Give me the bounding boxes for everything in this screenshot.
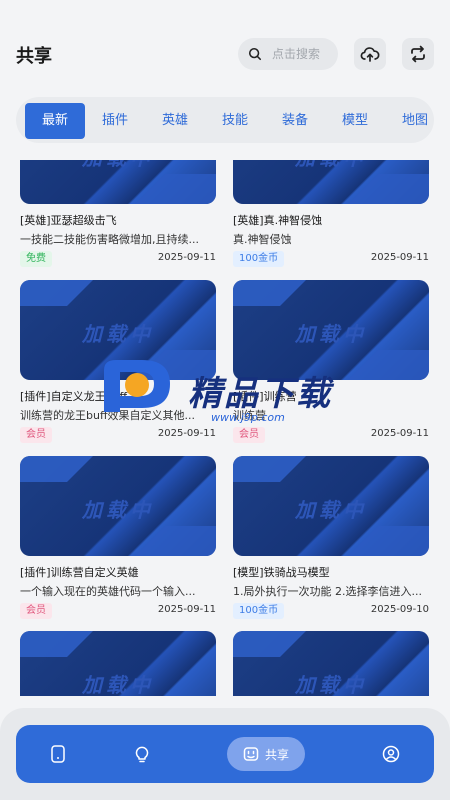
price-badge: 100金币 <box>233 603 285 619</box>
tab-latest[interactable]: 最新 <box>25 103 85 139</box>
nav-share-label: 共享 <box>264 747 289 762</box>
card-description: 一个输入现在的英雄代码一个输入... <box>20 585 196 598</box>
page-title: 共享 <box>16 46 52 67</box>
card-title: [英雄]亚瑟超级击飞 <box>20 214 117 227</box>
price-badge: 会员 <box>233 427 265 443</box>
card-thumbnail: 加载中 <box>233 631 429 696</box>
card-date: 2025-09-11 <box>370 252 429 263</box>
loading-text: 加载中 <box>82 322 154 346</box>
card-footer: 100金币 2025-09-11 <box>233 251 429 267</box>
card-footer: 会员 2025-09-11 <box>20 603 216 619</box>
card-thumbnail: 加载中 <box>20 160 216 204</box>
price-badge: 免费 <box>20 251 52 267</box>
nav-item-device[interactable] <box>42 725 74 783</box>
card-description: 1.局外执行一次功能 2.选择李信进入... <box>233 585 422 598</box>
card-description: 训练营 <box>233 409 266 422</box>
card-footer: 会员 2025-09-11 <box>233 427 429 443</box>
card-date: 2025-09-11 <box>157 252 216 263</box>
loading-text: 加载中 <box>295 498 367 522</box>
share-card[interactable]: 加载中 [英雄]真.神智侵蚀 真.神智侵蚀 100金币 2025-09-11 <box>233 160 429 267</box>
bottom-nav-container: 共享 <box>0 708 450 800</box>
card-thumbnail: 加载中 <box>20 631 216 696</box>
category-tabs: 最新 插件 英雄 技能 装备 模型 地图 <box>16 97 434 143</box>
search-box[interactable] <box>238 38 338 70</box>
price-badge: 会员 <box>20 603 52 619</box>
loading-text: 加载中 <box>233 160 429 171</box>
price-badge: 100金币 <box>233 251 285 267</box>
tab-heroes[interactable]: 英雄 <box>151 103 199 139</box>
nav-item-profile[interactable] <box>375 725 407 783</box>
search-input[interactable] <box>270 46 338 62</box>
loading-text: 加载中 <box>20 160 216 171</box>
card-title: [英雄]真.神智侵蚀 <box>233 214 323 227</box>
tab-skills[interactable]: 技能 <box>211 103 259 139</box>
loading-text: 加载中 <box>295 673 367 696</box>
search-icon <box>248 47 262 61</box>
nav-item-share[interactable]: 共享 <box>227 737 305 771</box>
nav-item-ideas[interactable] <box>126 725 158 783</box>
card-date: 2025-09-10 <box>370 604 429 615</box>
refresh-icon <box>411 45 425 63</box>
share-card[interactable]: 加载中 [模型]铁骑战马模型 1.局外执行一次功能 2.选择李信进入... 10… <box>233 456 429 619</box>
share-card[interactable]: 加载中 [插件]自定义龙王buff 训练营的龙王buff效果自定义其他... 会… <box>20 280 216 443</box>
user-icon <box>382 745 400 763</box>
tab-equipment[interactable]: 装备 <box>271 103 319 139</box>
card-description: 一技能二技能伤害略微增加,且持续... <box>20 233 199 246</box>
card-date: 2025-09-11 <box>157 604 216 615</box>
share-card[interactable]: 加载中 [插件]训练营自定义英雄 一个输入现在的英雄代码一个输入... 会员 2… <box>20 456 216 619</box>
app-root: 共享 最新 插件 英雄 技能 装备 模型 地图 <box>0 0 450 800</box>
share-card[interactable]: 加载中 <box>20 631 216 696</box>
share-card[interactable]: 加载中 [英雄]亚瑟超级击飞 一技能二技能伤害略微增加,且持续... 免费 20… <box>20 160 216 267</box>
phone-icon <box>51 745 65 763</box>
card-title: [插件]训练营 <box>233 390 297 403</box>
upload-button[interactable] <box>354 38 386 70</box>
bottom-nav: 共享 <box>16 725 434 783</box>
loading-text: 加载中 <box>82 673 154 696</box>
card-footer: 100金币 2025-09-10 <box>233 603 429 619</box>
card-footer: 免费 2025-09-11 <box>20 251 216 267</box>
card-thumbnail: 加载中 <box>233 280 429 380</box>
card-thumbnail: 加载中 <box>20 280 216 380</box>
share-card[interactable]: 加载中 [插件]训练营 训练营 会员 2025-09-11 <box>233 280 429 443</box>
card-description: 真.神智侵蚀 <box>233 233 292 246</box>
header: 共享 <box>0 0 450 100</box>
cloud-upload-icon <box>360 47 380 62</box>
tab-models[interactable]: 模型 <box>331 103 379 139</box>
loading-text: 加载中 <box>82 498 154 522</box>
card-date: 2025-09-11 <box>370 428 429 439</box>
card-title: [模型]铁骑战马模型 <box>233 566 330 579</box>
card-title: [插件]训练营自定义英雄 <box>20 566 139 579</box>
card-date: 2025-09-11 <box>157 428 216 439</box>
tab-plugins[interactable]: 插件 <box>91 103 139 139</box>
card-thumbnail: 加载中 <box>233 456 429 556</box>
share-icon <box>243 747 259 761</box>
card-description: 训练营的龙王buff效果自定义其他... <box>20 409 196 422</box>
card-title: [插件]自定义龙王buff <box>20 390 128 403</box>
tab-maps[interactable]: 地图 <box>391 103 434 139</box>
card-footer: 会员 2025-09-11 <box>20 427 216 443</box>
share-card[interactable]: 加载中 <box>233 631 429 696</box>
loading-text: 加载中 <box>295 322 367 346</box>
card-thumbnail: 加载中 <box>233 160 429 204</box>
share-grid: 加载中 [英雄]亚瑟超级击飞 一技能二技能伤害略微增加,且持续... 免费 20… <box>0 160 450 696</box>
card-thumbnail: 加载中 <box>20 456 216 556</box>
bulb-icon <box>135 746 149 763</box>
price-badge: 会员 <box>20 427 52 443</box>
refresh-button[interactable] <box>402 38 434 70</box>
